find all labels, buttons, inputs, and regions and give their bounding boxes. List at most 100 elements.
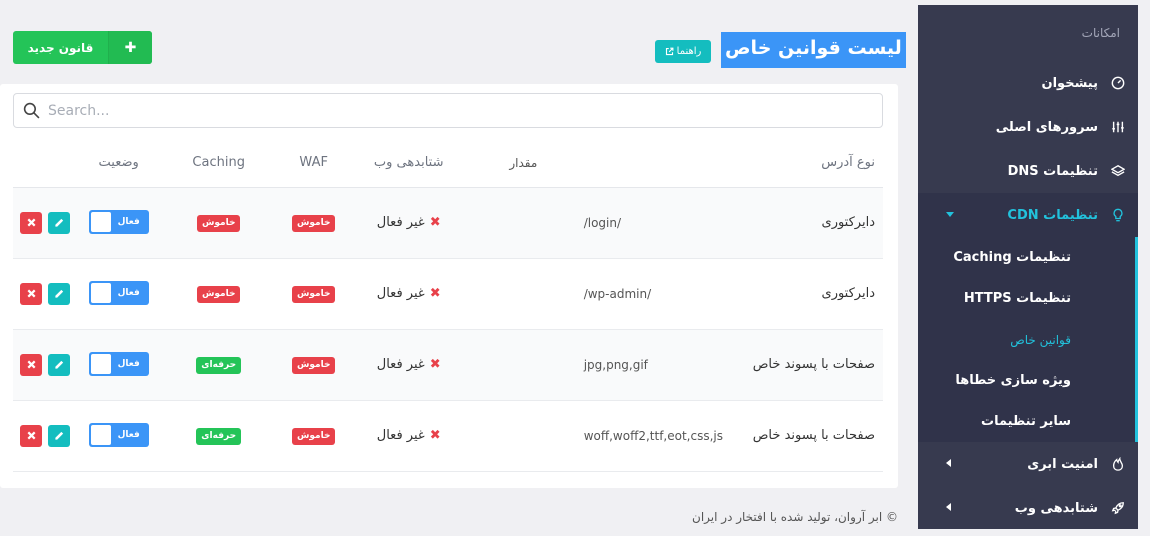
sidebar: امکانات پیشخوان سرورهای اصلی تنظیمات DNS…: [918, 5, 1138, 529]
sidebar-subitem-https[interactable]: تنظیمات HTTPS: [918, 278, 1135, 319]
table-header-row: نوع آدرس مقدار شتابدهی وب WAF Caching وض…: [13, 139, 883, 188]
cdn-status-text: غیر فعال: [376, 357, 425, 372]
cell-actions: [13, 258, 74, 330]
col-header-caching[interactable]: Caching: [163, 139, 274, 188]
col-header-status[interactable]: وضعیت: [73, 139, 164, 188]
guide-label: راهنما: [676, 46, 702, 57]
col-header-value[interactable]: مقدار: [463, 139, 723, 188]
value-text: /wp-admin/: [583, 286, 652, 301]
close-icon: [27, 431, 35, 440]
status-toggle[interactable]: فعال: [88, 280, 149, 305]
status-toggle[interactable]: فعال: [88, 209, 149, 234]
cdn-status: ✖ غیر فعال: [377, 428, 441, 443]
sidebar-subitem-other-settings[interactable]: سایر تنظیمات: [918, 401, 1135, 442]
row-actions: [20, 282, 70, 305]
cell-waf: خاموش: [273, 400, 354, 472]
pencil-icon: [54, 218, 63, 227]
chevron-down-icon: [946, 212, 954, 217]
waf-badge: خاموش: [291, 214, 336, 232]
external-link-icon: [665, 47, 674, 56]
sidebar-item-cdn[interactable]: تنظیمات CDN: [918, 193, 1138, 237]
cell-type: صفحات با پسوند خاص: [723, 329, 883, 401]
close-icon: ✖: [429, 357, 441, 372]
sidebar-subitem-caching[interactable]: تنظیمات Caching: [918, 237, 1135, 278]
new-rule-label: قانون جدید: [27, 40, 94, 55]
toggle-knob: [90, 353, 111, 374]
toggle-label: فعال: [117, 429, 140, 440]
row-actions: [20, 211, 70, 234]
cdn-submenu: تنظیمات Caching تنظیمات HTTPS قوانین خاص…: [918, 237, 1138, 442]
cdn-status: ✖ غیر فعال: [377, 286, 441, 301]
delete-button[interactable]: [20, 282, 42, 305]
cell-waf: خاموش: [273, 329, 354, 401]
edit-button[interactable]: [48, 424, 70, 447]
cell-value: jpg,png,gif: [463, 329, 723, 401]
fire-icon: [1110, 456, 1126, 472]
pencil-icon: [54, 289, 63, 298]
rocket-icon: [1110, 500, 1126, 516]
search-input[interactable]: [48, 102, 882, 119]
caching-badge: حرفه‌ای: [196, 427, 242, 445]
cell-status: فعال: [73, 258, 164, 330]
table-row: دایرکتوری /wp-admin/ ✖ غیر فعال خاموش خا…: [13, 258, 883, 330]
cell-type: دایرکتوری: [723, 187, 883, 259]
delete-button[interactable]: [20, 424, 42, 447]
guide-button[interactable]: راهنما: [655, 40, 711, 63]
sidebar-item-label: شتابدهی وب: [1014, 500, 1098, 516]
sidebar-item-cloud-security[interactable]: امنیت ابری: [918, 442, 1138, 486]
delete-button[interactable]: [20, 353, 42, 376]
sidebar-item-dns[interactable]: تنظیمات DNS: [918, 149, 1138, 193]
col-header-actions: [13, 139, 74, 188]
type-text: صفحات با پسوند خاص: [752, 428, 875, 443]
edit-button[interactable]: [48, 282, 70, 305]
type-text: دایرکتوری: [821, 215, 875, 230]
cdn-status-text: غیر فعال: [376, 428, 425, 443]
sidebar-subitem-custom-rules[interactable]: قوانین خاص: [918, 319, 1135, 360]
status-toggle[interactable]: فعال: [88, 351, 149, 376]
col-header-waf[interactable]: WAF: [273, 139, 354, 188]
close-icon: ✖: [429, 428, 441, 443]
value-text: /login/: [583, 215, 622, 230]
waf-badge: خاموش: [291, 285, 336, 303]
edit-button[interactable]: [48, 211, 70, 234]
col-header-cdn[interactable]: شتابدهی وب: [353, 139, 464, 188]
toggle-label: فعال: [117, 358, 140, 369]
delete-button[interactable]: [20, 211, 42, 234]
sidebar-subitem-custom-errors[interactable]: ویژه سازی خطاها: [918, 360, 1135, 401]
new-rule-button[interactable]: ✚ قانون جدید: [13, 31, 152, 64]
layers-icon: [1110, 163, 1126, 179]
col-header-type[interactable]: نوع آدرس: [723, 139, 883, 188]
search-box: [13, 93, 883, 128]
value-text: jpg,png,gif: [583, 357, 648, 372]
cell-value: woff,woff2,ttf,eot,css,js: [463, 400, 723, 472]
cell-caching: خاموش: [163, 258, 274, 330]
close-icon: ✖: [429, 215, 441, 230]
cell-type: صفحات با پسوند خاص: [723, 400, 883, 472]
cdn-status: ✖ غیر فعال: [377, 357, 441, 372]
value-text: woff,woff2,ttf,eot,css,js: [583, 428, 723, 443]
cell-caching: خاموش: [163, 187, 274, 259]
cell-status: فعال: [73, 400, 164, 472]
pencil-icon: [54, 431, 63, 440]
status-toggle[interactable]: فعال: [88, 422, 149, 447]
cell-waf: خاموش: [273, 258, 354, 330]
sidebar-item-web-acceleration[interactable]: شتابدهی وب: [918, 486, 1138, 530]
caching-badge: خاموش: [196, 285, 241, 303]
cell-value: /login/: [463, 187, 723, 259]
cdn-status-text: غیر فعال: [376, 286, 425, 301]
sidebar-item-dashboard[interactable]: پیشخوان: [918, 61, 1138, 105]
cell-value: /wp-admin/: [463, 258, 723, 330]
close-icon: [27, 218, 35, 227]
plus-icon: ✚: [108, 31, 152, 64]
sidebar-item-origin-servers[interactable]: سرورهای اصلی: [918, 105, 1138, 149]
cell-actions: [13, 329, 74, 401]
chevron-left-icon: [946, 459, 951, 467]
sidebar-item-label: تنظیمات DNS: [1007, 163, 1098, 179]
toggle-label: فعال: [117, 287, 140, 298]
edit-button[interactable]: [48, 353, 70, 376]
sliders-icon: [1110, 119, 1126, 135]
type-text: صفحات با پسوند خاص: [752, 357, 875, 372]
cell-caching: حرفه‌ای: [163, 329, 274, 401]
chevron-left-icon: [946, 503, 951, 511]
sidebar-item-label: پیشخوان: [1041, 75, 1099, 91]
